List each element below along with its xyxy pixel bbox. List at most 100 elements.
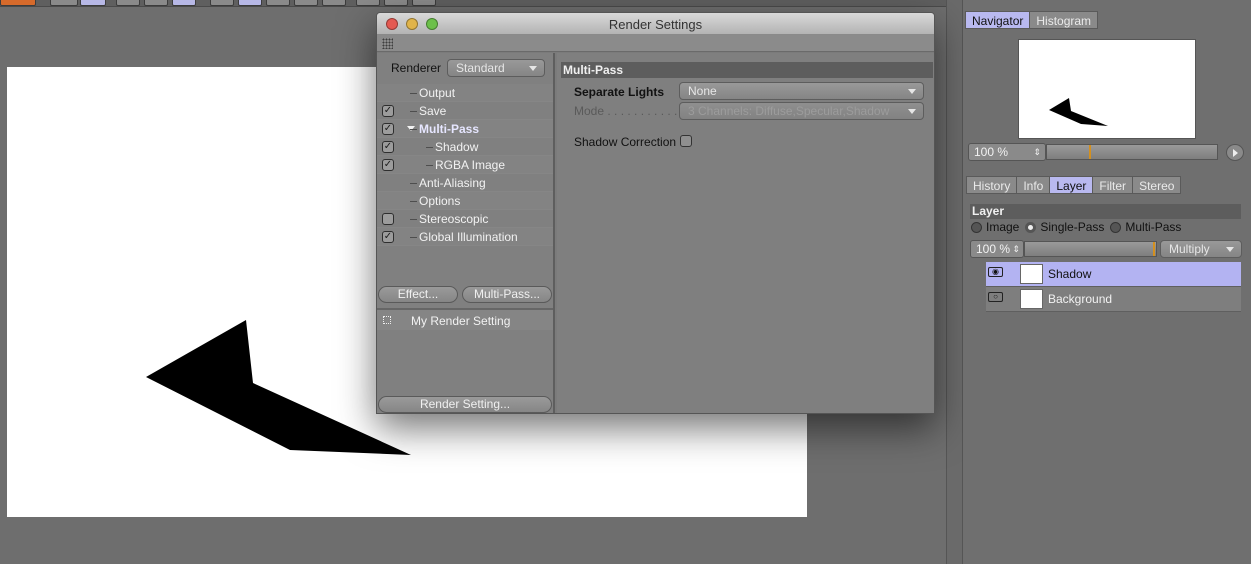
checkbox-unchecked-icon[interactable]: [382, 213, 394, 225]
zoom-value: 100 %: [974, 145, 1009, 159]
picture-viewer-panel: Navigator Histogram 100 % ⇕ History Info La…: [963, 0, 1251, 564]
render-setting-button[interactable]: Render Setting...: [378, 396, 552, 413]
effect-button[interactable]: Effect...: [378, 286, 458, 303]
render-settings-dialog: Render Settings Renderer Standard Output…: [376, 12, 935, 414]
radio-label: Single-Pass: [1040, 220, 1105, 234]
checkbox-checked-icon[interactable]: ✓: [382, 105, 394, 117]
tree-item-save[interactable]: ✓ Save: [377, 102, 553, 120]
stepper-icon[interactable]: ⇕: [1033, 144, 1041, 160]
tab-filter[interactable]: Filter: [1092, 176, 1134, 194]
toolbar-button-10[interactable]: [322, 0, 346, 6]
tab-layer[interactable]: Layer: [1049, 176, 1094, 194]
toolbar-button-3[interactable]: [116, 0, 140, 6]
tree-item-global-illumination[interactable]: ✓ Global Illumination: [377, 228, 553, 246]
eye-icon[interactable]: ○: [988, 292, 1003, 302]
layer-opacity-slider[interactable]: [1024, 241, 1157, 257]
tree-item-label: Options: [409, 194, 461, 208]
stepper-icon[interactable]: ⇕: [1012, 241, 1020, 257]
multi-pass-button[interactable]: Multi-Pass...: [462, 286, 552, 303]
slider-position-marker[interactable]: [1089, 145, 1091, 159]
radio-dot-icon[interactable]: [1025, 222, 1037, 233]
eye-icon[interactable]: ◉: [988, 267, 1003, 277]
layer-opacity-value: 100 %: [976, 242, 1011, 256]
tree-item-label: Anti-Aliasing: [410, 176, 486, 190]
toolbar-orange-button[interactable]: [0, 0, 36, 6]
renderer-select[interactable]: Standard: [447, 59, 546, 77]
tab-navigator[interactable]: Navigator: [965, 11, 1031, 29]
section-title: Multi-Pass: [561, 62, 933, 78]
toolbar-button-7[interactable]: [238, 0, 262, 6]
checkbox-checked-icon[interactable]: ✓: [382, 141, 394, 153]
toolbar-button-8[interactable]: [266, 0, 290, 6]
mode-label: Mode . . . . . . . . . . . .: [574, 104, 685, 118]
toolbar-button-4[interactable]: [144, 0, 168, 6]
zoom-slider[interactable]: [1046, 144, 1218, 160]
multipass-properties: Multi-Pass Separate Lights None Mode . .…: [557, 53, 934, 413]
tree-item-rgba-image[interactable]: ✓ RGBA Image: [377, 156, 553, 174]
checkbox-checked-icon[interactable]: ✓: [382, 231, 394, 243]
tree-item-options[interactable]: Options: [377, 192, 553, 210]
toolbar-button-12[interactable]: [384, 0, 408, 6]
grip-icon[interactable]: [382, 38, 393, 49]
tree-item-label: Global Illumination: [410, 230, 518, 244]
tab-histogram[interactable]: Histogram: [1029, 11, 1099, 29]
renderer-row: Renderer Standard: [391, 59, 546, 77]
settings-tree: Output ✓ Save ✓ Multi-Pass ✓ Shadow ✓ RGBA Image…: [377, 84, 553, 246]
blend-mode-select[interactable]: Multiply: [1160, 240, 1242, 258]
toolbar-button-2[interactable]: [80, 0, 106, 6]
separate-lights-select[interactable]: None: [679, 82, 924, 100]
layer-row[interactable]: ◉ Shadow: [986, 262, 1241, 287]
tab-stereo[interactable]: Stereo: [1132, 176, 1182, 194]
checkbox-checked-icon[interactable]: ✓: [382, 123, 394, 135]
tab-info[interactable]: Info: [1016, 176, 1051, 194]
tree-item-stereoscopic[interactable]: Stereoscopic: [377, 210, 553, 228]
radio-dot-icon[interactable]: [971, 222, 982, 233]
dialog-title: Render Settings: [608, 17, 703, 32]
toolbar-button-13[interactable]: [412, 0, 436, 6]
shadow-correction-checkbox[interactable]: [680, 135, 692, 147]
tree-item-output[interactable]: Output: [377, 84, 553, 102]
radio-label: Image: [986, 220, 1020, 234]
layer-opacity-field[interactable]: 100 % ⇕: [970, 240, 1024, 258]
checkbox-checked-icon[interactable]: ✓: [382, 159, 394, 171]
dialog-titlebar[interactable]: Render Settings: [377, 13, 934, 35]
dialog-grip-bar: [377, 35, 934, 52]
toolbar-button-1[interactable]: [50, 0, 78, 6]
tree-item-shadow[interactable]: ✓ Shadow: [377, 138, 553, 156]
panel-divider[interactable]: [946, 0, 963, 564]
setting-icon: [383, 316, 391, 324]
mode-select[interactable]: 3 Channels: Diffuse,Specular,Shadow: [679, 102, 924, 120]
shadow-correction-label: Shadow Correction: [574, 135, 677, 149]
render-setting-item[interactable]: My Render Setting: [377, 310, 553, 330]
thumbnail-image: [1049, 98, 1108, 126]
render-settings-list: My Render Setting: [377, 308, 553, 373]
toolbar-button-6[interactable]: [210, 0, 234, 6]
tab-history[interactable]: History: [966, 176, 1018, 194]
radio-multi-pass[interactable]: Multi-Pass: [1110, 220, 1181, 234]
radio-dot-icon[interactable]: [1110, 222, 1122, 233]
toolbar-button-11[interactable]: [356, 0, 380, 6]
layer-name: Shadow: [1048, 267, 1092, 281]
layer-section-title: Layer: [970, 204, 1241, 219]
layer-thumbnail: [1020, 264, 1043, 284]
zoom-field[interactable]: 100 % ⇕: [968, 143, 1046, 161]
radio-single-pass[interactable]: Single-Pass: [1025, 220, 1104, 234]
tree-item-label: Multi-Pass: [409, 122, 480, 136]
layer-name: Background: [1048, 292, 1113, 306]
main-toolbar: [0, 0, 946, 7]
layer-thumbnail: [1020, 289, 1043, 309]
radio-image[interactable]: Image: [971, 220, 1019, 234]
layer-opacity-row: 100 % ⇕ Multiply: [970, 240, 1243, 258]
play-icon[interactable]: [1226, 144, 1244, 161]
toolbar-button-9[interactable]: [294, 0, 318, 6]
settings-tree-pane: Renderer Standard Output ✓ Save ✓ Multi-Pass…: [377, 53, 555, 413]
slider-position-marker[interactable]: [1153, 242, 1155, 256]
layer-row[interactable]: ○ Background: [986, 287, 1241, 312]
toolbar-button-5[interactable]: [172, 0, 196, 6]
tree-item-anti-aliasing[interactable]: Anti-Aliasing: [377, 174, 553, 192]
navigator-thumbnail[interactable]: [1018, 39, 1196, 139]
tree-item-label: Shadow: [425, 140, 479, 154]
separate-lights-label: Separate Lights: [574, 85, 665, 99]
tree-item-multi-pass[interactable]: ✓ Multi-Pass: [377, 120, 553, 138]
tree-item-label: Output: [409, 86, 456, 100]
